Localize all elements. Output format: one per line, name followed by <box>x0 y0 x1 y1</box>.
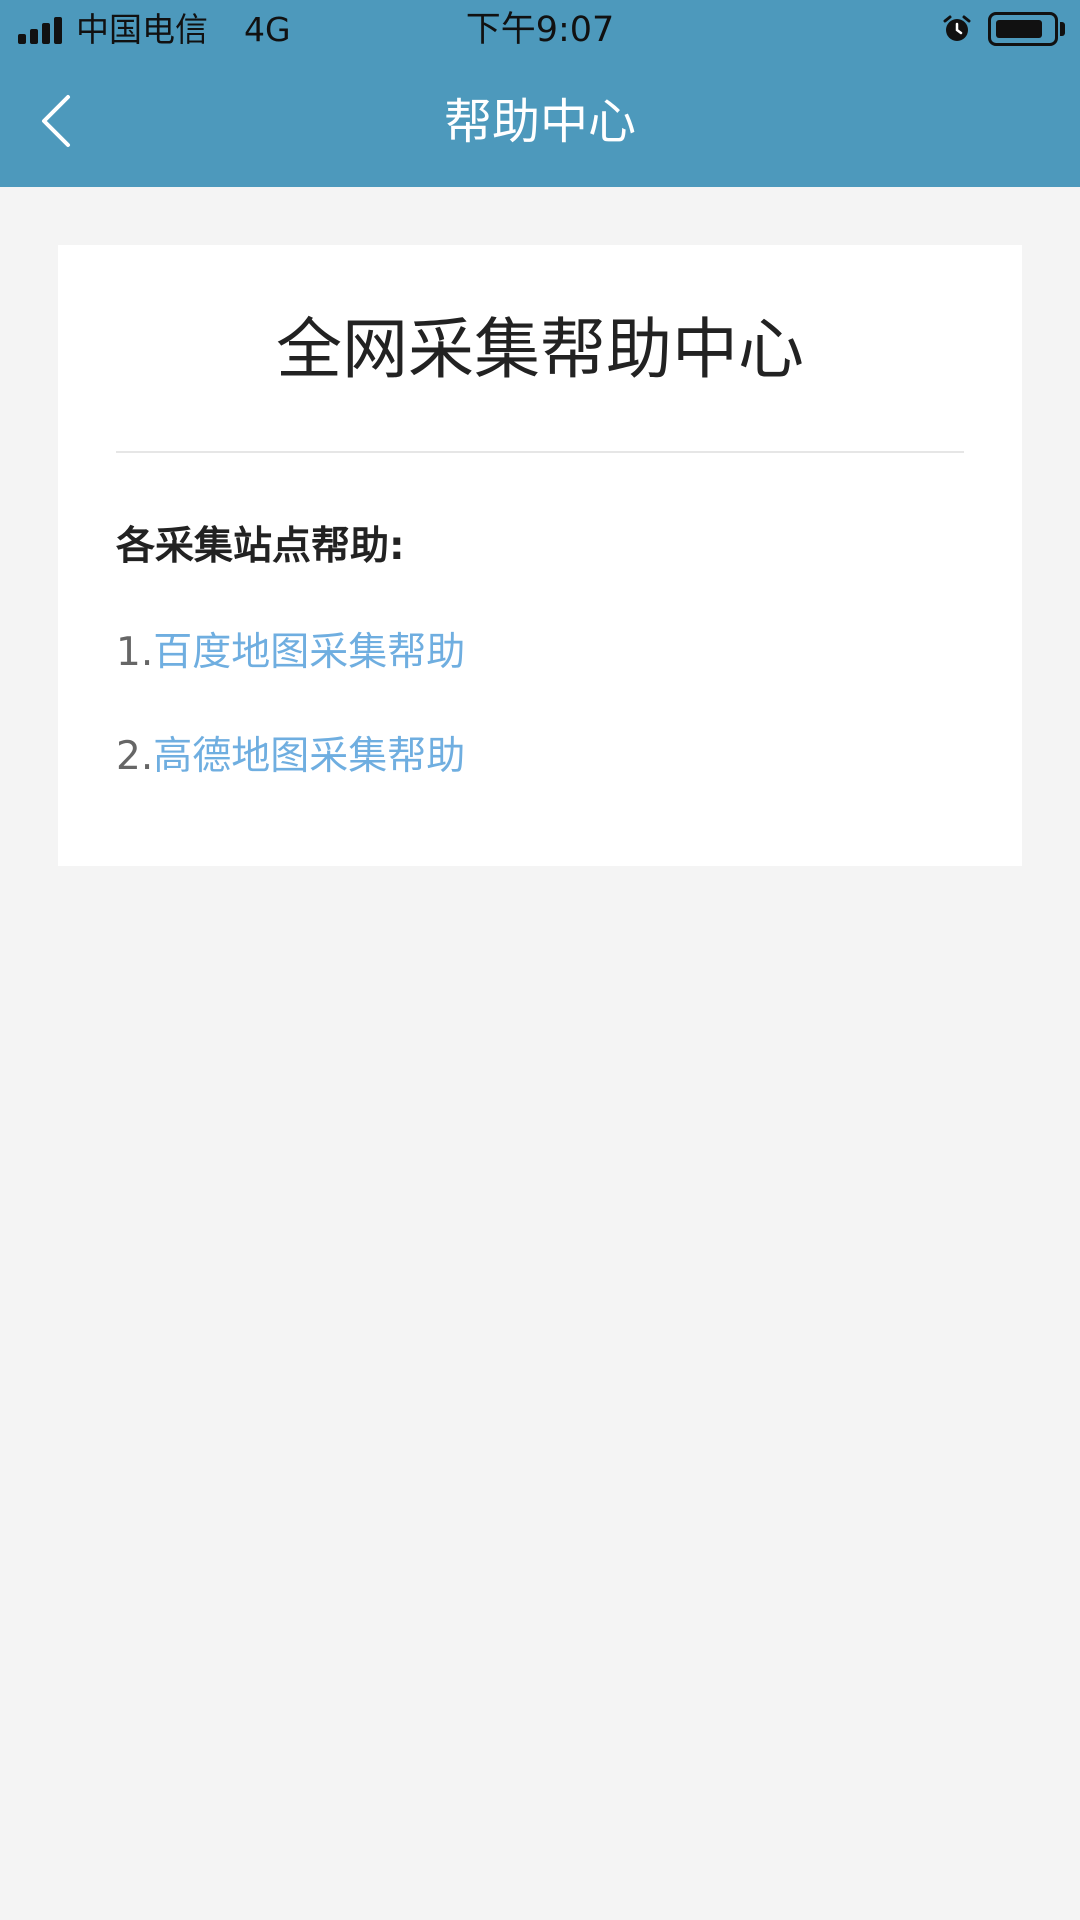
battery-level-fill <box>996 20 1042 38</box>
battery-tip <box>1060 22 1065 36</box>
list-item: 1.百度地图采集帮助 <box>116 627 465 679</box>
list-number: 2. <box>116 734 154 779</box>
list-number: 1. <box>116 630 154 675</box>
status-bar: 中国电信 4G 下午9:07 <box>0 0 1080 60</box>
baidu-map-help-link[interactable]: 百度地图采集帮助 <box>153 630 465 675</box>
alarm-icon <box>943 15 971 41</box>
amap-help-link[interactable]: 高德地图采集帮助 <box>153 734 465 779</box>
navigation-bar: 帮助中心 <box>0 60 1080 187</box>
help-card: 全网采集帮助中心 各采集站点帮助: 1.百度地图采集帮助 2.高德地图采集帮助 <box>58 245 1022 866</box>
section-label: 各采集站点帮助: <box>116 524 405 569</box>
divider <box>116 451 964 453</box>
status-time: 下午9:07 <box>465 10 615 50</box>
card-title: 全网采集帮助中心 <box>276 311 804 388</box>
battery-icon <box>988 12 1058 46</box>
page-title: 帮助中心 <box>443 94 636 150</box>
app-header: 中国电信 4G 下午9:07 帮助中心 <box>0 0 1080 187</box>
list-item: 2.高德地图采集帮助 <box>116 731 465 783</box>
